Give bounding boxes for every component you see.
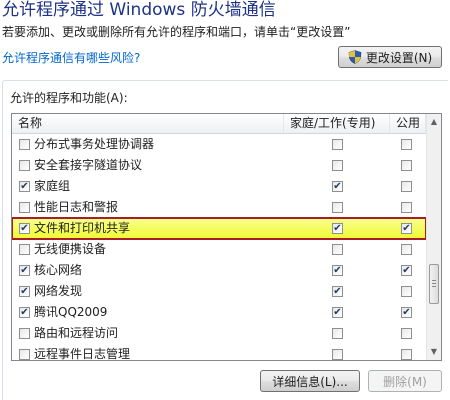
column-header-home-work[interactable]: 家庭/工作(专用) (284, 114, 390, 133)
page-title: 允许程序通过 Windows 防火墙通信 (2, 0, 276, 20)
program-row[interactable]: 性能日志和警报 (12, 197, 426, 218)
program-enabled-checkbox[interactable]: ✔ (19, 181, 30, 192)
program-name: 文件和打印机共享 (34, 221, 131, 235)
page-instructions: 若要添加、更改或删除所有允许的程序和端口，请单击“更改设置” (2, 25, 351, 39)
program-name: 网络发现 (34, 284, 83, 298)
column-header-public[interactable]: 公用 (390, 114, 426, 133)
program-rows: 分布式事务处理协调器 安全套接字隧道协议 ✔ 家庭组 ✔ 性能日志和警报 ✔ 文… (12, 134, 427, 361)
program-row[interactable]: ✔ 家庭组 ✔ (12, 176, 426, 197)
public-checkbox[interactable] (401, 286, 412, 297)
public-checkbox[interactable] (401, 139, 412, 150)
program-row[interactable]: 无线便携设备 (12, 239, 426, 260)
delete-button[interactable]: 删除(M) (368, 370, 442, 392)
program-enabled-checkbox[interactable] (19, 202, 30, 213)
program-row[interactable]: 路由和远程访问 (12, 323, 426, 344)
program-row[interactable]: ✔ 网络发现 ✔ (12, 281, 426, 302)
change-settings-label: 更改设置(N) (365, 50, 433, 65)
change-settings-button[interactable]: 更改设置(N) (338, 46, 442, 68)
allowed-programs-label: 允许的程序和功能(A): (10, 91, 128, 105)
public-checkbox[interactable]: ✔ (401, 307, 412, 318)
program-row[interactable]: 远程事件日志管理 (12, 344, 426, 361)
program-enabled-checkbox[interactable] (19, 349, 30, 360)
public-checkbox[interactable] (401, 349, 412, 360)
program-enabled-checkbox[interactable] (19, 328, 30, 339)
allowed-programs-list[interactable]: 名称 家庭/工作(专用) 公用 分布式事务处理协调器 安全套接字隧道协议 ✔ 家… (11, 113, 442, 361)
program-name: 性能日志和警报 (34, 200, 119, 214)
scroll-down-icon[interactable]: ▼ (427, 344, 441, 360)
program-name: 分布式事务处理协调器 (34, 137, 155, 151)
home-work-checkbox[interactable]: ✔ (332, 307, 343, 318)
public-checkbox[interactable]: ✔ (401, 223, 412, 234)
program-enabled-checkbox[interactable] (19, 160, 30, 171)
public-checkbox[interactable] (401, 202, 412, 213)
firewall-allowed-programs-page: 允许程序通过 Windows 防火墙通信 若要添加、更改或删除所有允许的程序和端… (0, 0, 450, 400)
program-name: 核心网络 (34, 263, 83, 277)
home-work-checkbox[interactable]: ✔ (332, 265, 343, 276)
public-checkbox[interactable]: ✔ (401, 265, 412, 276)
program-enabled-checkbox[interactable]: ✔ (19, 286, 30, 297)
public-checkbox[interactable] (401, 160, 412, 171)
risk-info-link[interactable]: 允许程序通信有哪些风险? (2, 50, 140, 66)
program-name: 远程事件日志管理 (34, 347, 131, 361)
program-name: 腾讯QQ2009 (34, 305, 108, 319)
home-work-checkbox[interactable]: ✔ (332, 223, 343, 234)
home-work-checkbox[interactable] (332, 349, 343, 360)
home-work-checkbox[interactable]: ✔ (332, 286, 343, 297)
program-enabled-checkbox[interactable] (19, 139, 30, 150)
program-enabled-checkbox[interactable]: ✔ (19, 307, 30, 318)
home-work-checkbox[interactable] (332, 202, 343, 213)
program-row[interactable]: ✔ 腾讯QQ2009 ✔ ✔ (12, 302, 426, 323)
program-row[interactable]: 分布式事务处理协调器 (12, 134, 426, 155)
program-name: 无线便携设备 (34, 242, 107, 256)
home-work-checkbox[interactable]: ✔ (332, 181, 343, 192)
scroll-up-icon[interactable]: ▲ (427, 114, 441, 130)
home-work-checkbox[interactable] (332, 139, 343, 150)
program-enabled-checkbox[interactable]: ✔ (19, 265, 30, 276)
program-row-selected[interactable]: ✔ 文件和打印机共享 ✔ ✔ (12, 217, 427, 240)
public-checkbox[interactable] (401, 181, 412, 192)
program-name: 安全套接字隧道协议 (34, 158, 143, 172)
home-work-checkbox[interactable] (332, 328, 343, 339)
details-button[interactable]: 详细信息(L)... (260, 370, 360, 392)
program-row[interactable]: ✔ 核心网络 ✔ ✔ (12, 260, 426, 281)
program-enabled-checkbox[interactable]: ✔ (19, 223, 30, 234)
public-checkbox[interactable] (401, 244, 412, 255)
uac-shield-icon (348, 50, 362, 64)
grip-line-icon (432, 283, 436, 284)
home-work-checkbox[interactable] (332, 160, 343, 171)
scrollbar-thumb[interactable] (429, 264, 439, 304)
program-row[interactable]: 安全套接字隧道协议 (12, 155, 426, 176)
list-scrollbar[interactable]: ▲ ▼ (426, 114, 441, 360)
list-header: 名称 家庭/工作(专用) 公用 (12, 114, 426, 134)
home-work-checkbox[interactable] (332, 244, 343, 255)
public-checkbox[interactable] (401, 328, 412, 339)
column-header-name[interactable]: 名称 (12, 114, 284, 133)
program-name: 家庭组 (34, 179, 71, 193)
grip-line-icon (432, 286, 436, 287)
grip-line-icon (432, 280, 436, 281)
program-enabled-checkbox[interactable] (19, 244, 30, 255)
program-name: 路由和远程访问 (34, 326, 119, 340)
